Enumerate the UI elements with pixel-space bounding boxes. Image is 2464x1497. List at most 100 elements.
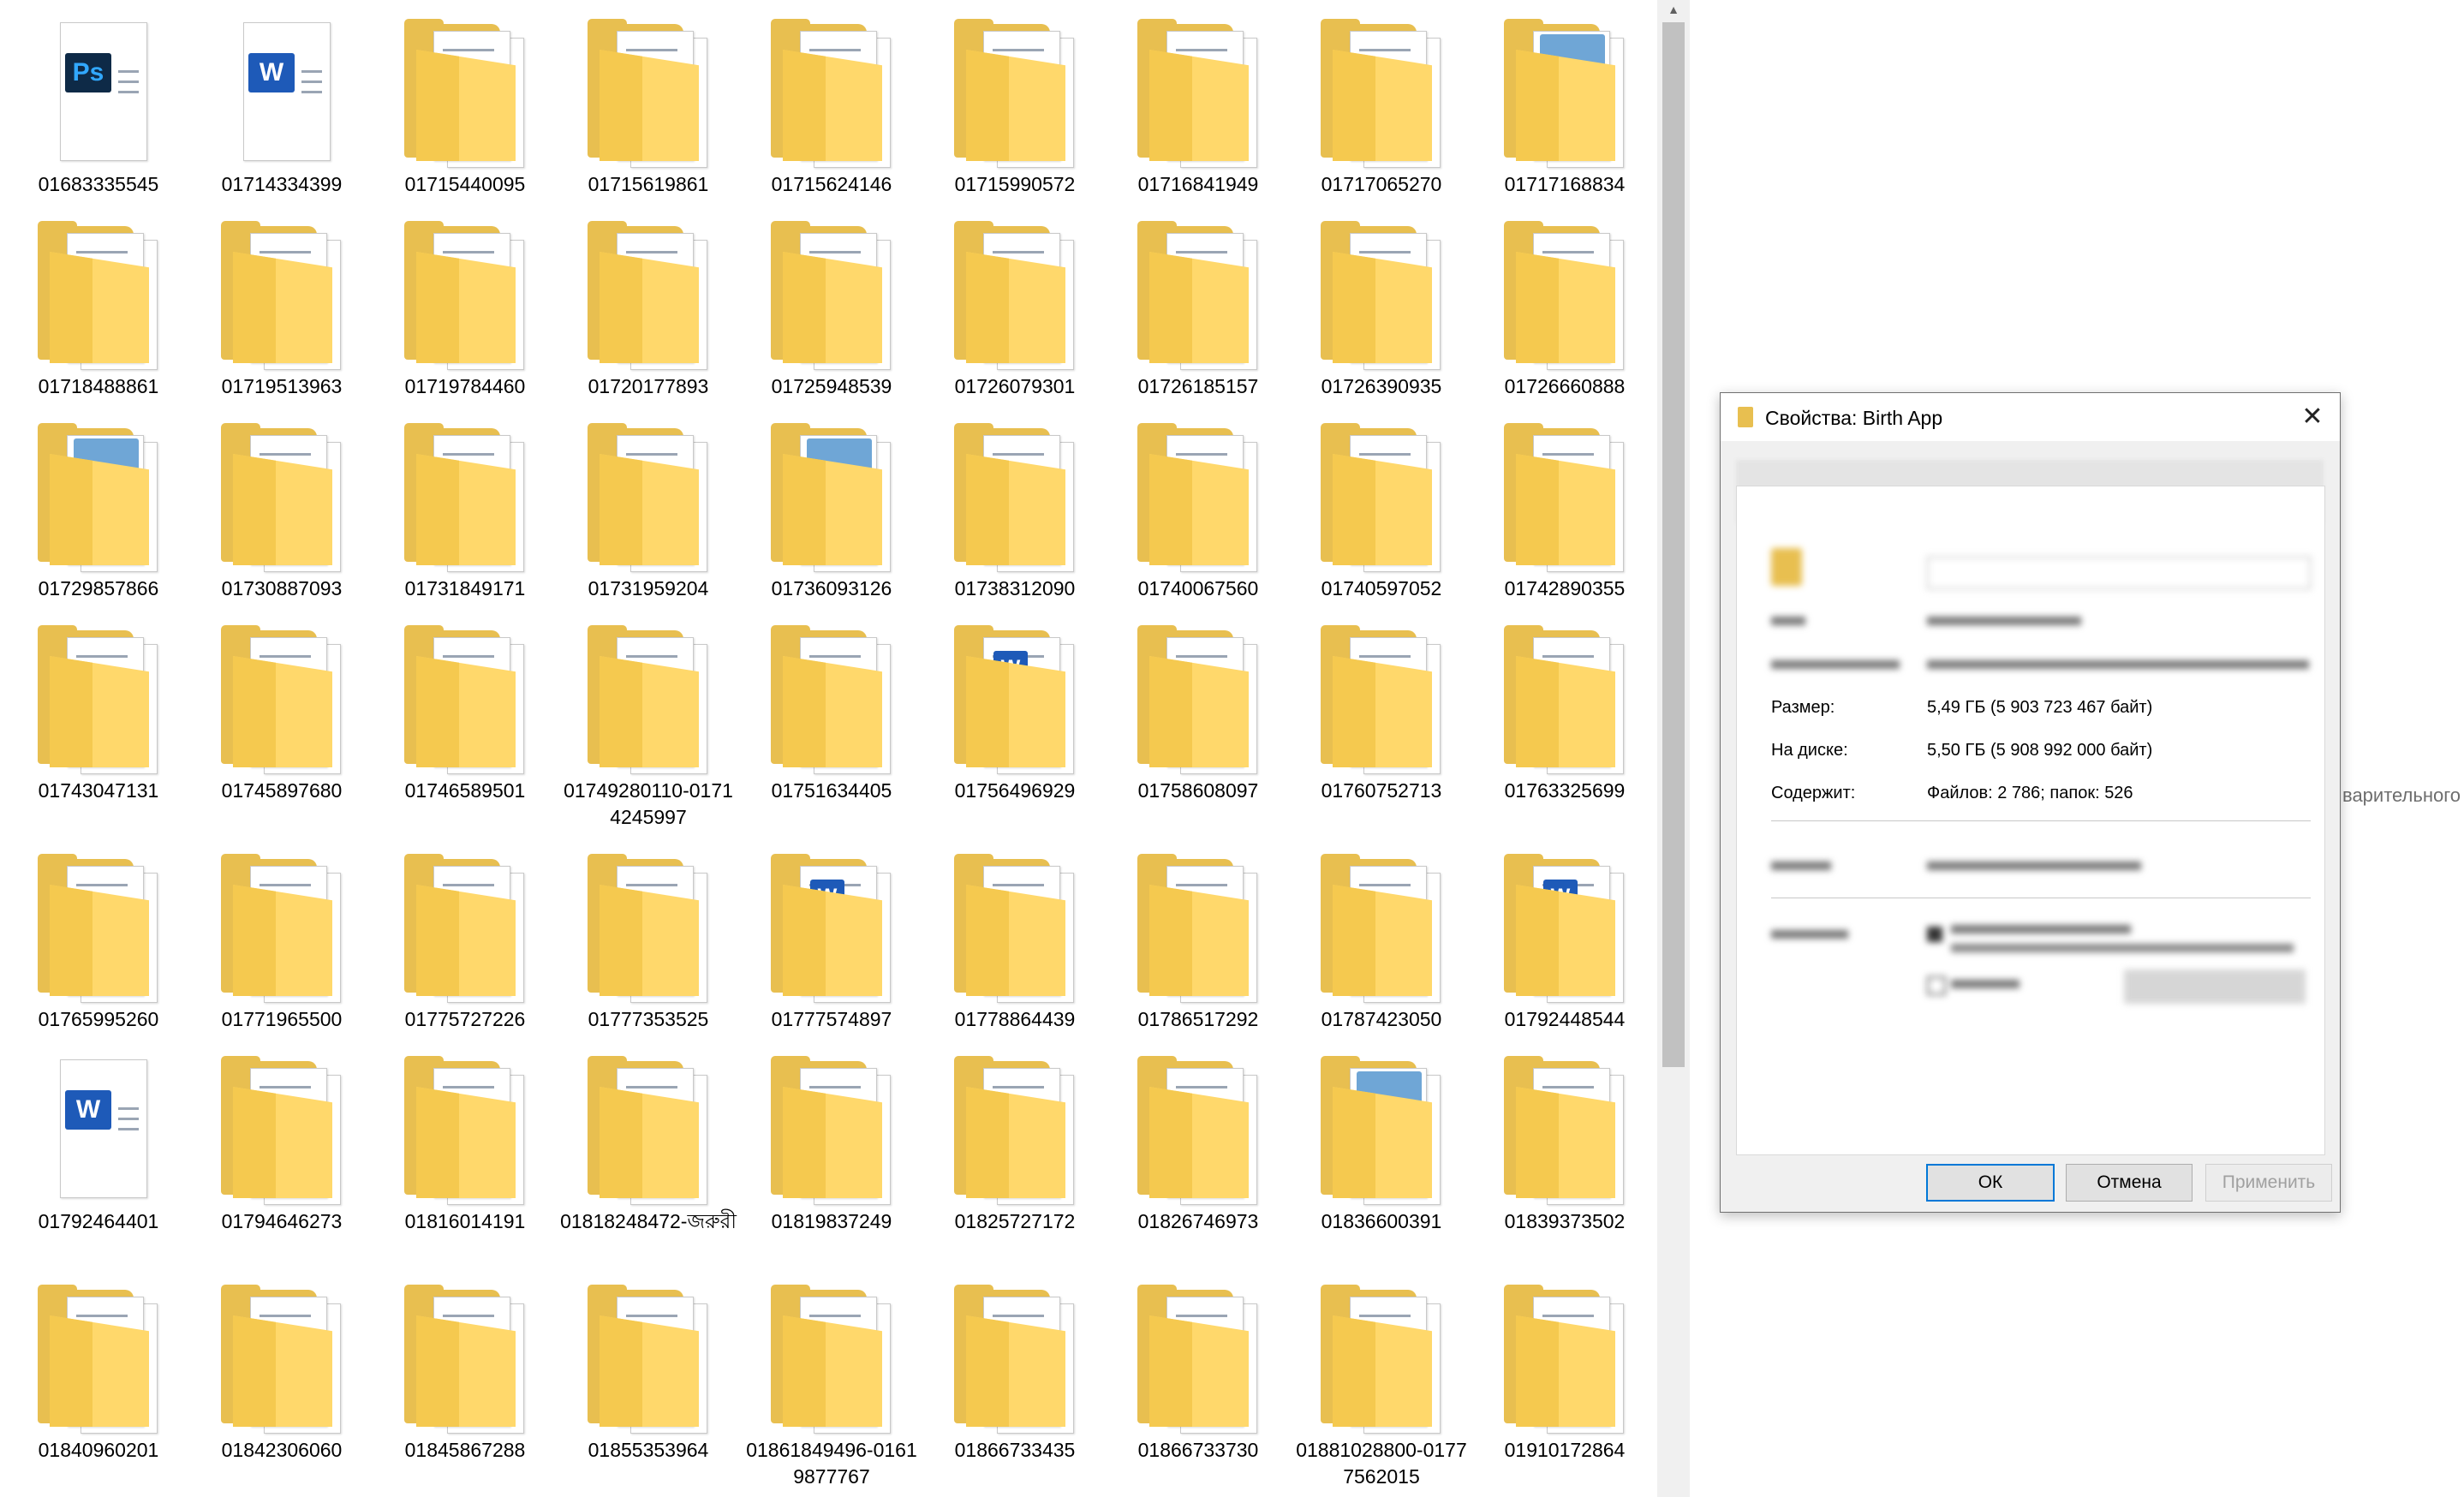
file-item[interactable]: 01825727172 (923, 1037, 1107, 1235)
file-item[interactable]: 01842306060 (190, 1266, 373, 1464)
file-item[interactable]: 01718488861 (7, 202, 190, 400)
cancel-button[interactable]: Отмена (2066, 1164, 2193, 1202)
ok-button[interactable]: ОК (1926, 1164, 2055, 1202)
folder-icon (392, 1285, 538, 1434)
folder-icon (209, 854, 355, 1003)
readonly-checkbox[interactable] (1927, 927, 1942, 942)
advanced-button[interactable] (2124, 969, 2306, 1004)
file-name: 01714334399 (221, 173, 343, 195)
file-item[interactable]: 01775727226 (373, 835, 557, 1033)
file-item[interactable]: 01715990572 (923, 0, 1107, 198)
file-item[interactable]: W 01756496929 (923, 606, 1107, 804)
file-item[interactable]: 01760752713 (1290, 606, 1473, 804)
file-item[interactable]: 01745897680 (190, 606, 373, 804)
file-item[interactable]: 01715624146 (740, 0, 923, 198)
file-item[interactable]: 01736093126 (740, 404, 923, 602)
file-item[interactable]: 01726660888 (1473, 202, 1656, 400)
file-item[interactable]: W 01714334399 (190, 0, 373, 198)
scroll-up-arrow-icon[interactable]: ▲ (1657, 0, 1690, 19)
folder-icon (576, 1056, 721, 1205)
hidden-checkbox[interactable] (1927, 976, 1946, 995)
file-item[interactable]: 01910172864 (1473, 1266, 1656, 1464)
file-item[interactable]: 01763325699 (1473, 606, 1656, 804)
folder-icon (942, 221, 1088, 370)
close-button[interactable]: ✕ (2291, 398, 2334, 436)
file-name: 01771965500 (221, 1008, 343, 1030)
folder-icon (942, 1285, 1088, 1434)
folder-icon (1125, 625, 1271, 774)
file-item[interactable]: 01738312090 (923, 404, 1107, 602)
file-item[interactable]: 01716841949 (1107, 0, 1290, 198)
file-item[interactable]: 01839373502 (1473, 1037, 1656, 1235)
file-item[interactable]: 01729857866 (7, 404, 190, 602)
file-item[interactable]: 01840960201 (7, 1266, 190, 1464)
file-item[interactable]: 01730887093 (190, 404, 373, 602)
file-item[interactable]: 01777353525 (557, 835, 740, 1033)
file-item[interactable]: 01794646273 (190, 1037, 373, 1235)
file-item[interactable]: 01866733730 (1107, 1266, 1290, 1464)
file-item[interactable]: 01836600391 (1290, 1037, 1473, 1235)
folder-icon (392, 221, 538, 370)
file-item[interactable]: W 01792448544 (1473, 835, 1656, 1033)
file-name: 01855353964 (588, 1439, 709, 1461)
file-item[interactable]: 01726079301 (923, 202, 1107, 400)
file-item[interactable]: 01717168834 (1473, 0, 1656, 198)
blurred-readonly-subtext (1951, 944, 2294, 952)
file-item[interactable]: 01749280110-01714245997 (557, 606, 740, 831)
file-item[interactable]: Ps 01683335545 (7, 0, 190, 198)
file-item[interactable]: W 01792464401 (7, 1037, 190, 1235)
file-grid: Ps 01683335545 W 01714334399 01715440095 0171… (0, 0, 1657, 1497)
apply-button[interactable]: Применить (2205, 1164, 2332, 1202)
file-item[interactable]: 01726390935 (1290, 202, 1473, 400)
file-item[interactable]: 01855353964 (557, 1266, 740, 1464)
file-item[interactable]: 01726185157 (1107, 202, 1290, 400)
file-item[interactable]: 01787423050 (1290, 835, 1473, 1033)
file-item[interactable]: 01731849171 (373, 404, 557, 602)
file-item[interactable]: W 01777574897 (740, 835, 923, 1033)
folder-icon (392, 19, 538, 168)
blurred-name-field[interactable] (1927, 557, 2311, 589)
file-item[interactable]: 01819837249 (740, 1037, 923, 1235)
file-item[interactable]: 01751634405 (740, 606, 923, 804)
folder-icon (759, 19, 904, 168)
file-name: 01729857866 (38, 577, 159, 599)
file-item[interactable]: 01720177893 (557, 202, 740, 400)
file-item[interactable]: 01816014191 (373, 1037, 557, 1235)
file-item[interactable]: 01715619861 (557, 0, 740, 198)
file-name: 01839373502 (1504, 1210, 1626, 1232)
folder-icon (942, 19, 1088, 168)
file-item[interactable]: 01740597052 (1290, 404, 1473, 602)
blurred-hidden-text (1951, 980, 2020, 988)
file-item[interactable]: 01786517292 (1107, 835, 1290, 1033)
blurred-folder-icon (1771, 548, 1802, 586)
file-item[interactable]: 01881028800-01777562015 (1290, 1266, 1473, 1490)
file-name: 01816014191 (404, 1210, 526, 1232)
file-item[interactable]: 01826746973 (1107, 1037, 1290, 1235)
file-item[interactable]: 01740067560 (1107, 404, 1290, 602)
word-file-icon: W (209, 19, 355, 163)
file-item[interactable]: 01845867288 (373, 1266, 557, 1464)
file-item[interactable]: 01866733435 (923, 1266, 1107, 1464)
file-item[interactable]: 01742890355 (1473, 404, 1656, 602)
file-item[interactable]: 01861849496-01619877767 (740, 1266, 923, 1490)
file-name: 01758608097 (1137, 779, 1259, 802)
folder-icon (209, 423, 355, 572)
file-item[interactable]: 01717065270 (1290, 0, 1473, 198)
file-item[interactable]: 01743047131 (7, 606, 190, 804)
file-item[interactable]: 01715440095 (373, 0, 557, 198)
file-name: 01756496929 (954, 779, 1076, 802)
file-item[interactable]: 01778864439 (923, 835, 1107, 1033)
file-item[interactable]: 01771965500 (190, 835, 373, 1033)
file-name: 01765995260 (38, 1008, 159, 1030)
scrollbar-thumb[interactable] (1662, 22, 1685, 1067)
file-item[interactable]: 01758608097 (1107, 606, 1290, 804)
file-item[interactable]: 01765995260 (7, 835, 190, 1033)
file-item[interactable]: 01725948539 (740, 202, 923, 400)
folder-icon (1125, 854, 1271, 1003)
file-item[interactable]: 01746589501 (373, 606, 557, 804)
file-item[interactable]: 01719784460 (373, 202, 557, 400)
file-item[interactable]: 01731959204 (557, 404, 740, 602)
file-item[interactable]: 01818248472-জরুরী (557, 1037, 740, 1235)
dialog-titlebar[interactable]: Свойства: Birth App ✕ (1721, 393, 2340, 441)
file-item[interactable]: 01719513963 (190, 202, 373, 400)
